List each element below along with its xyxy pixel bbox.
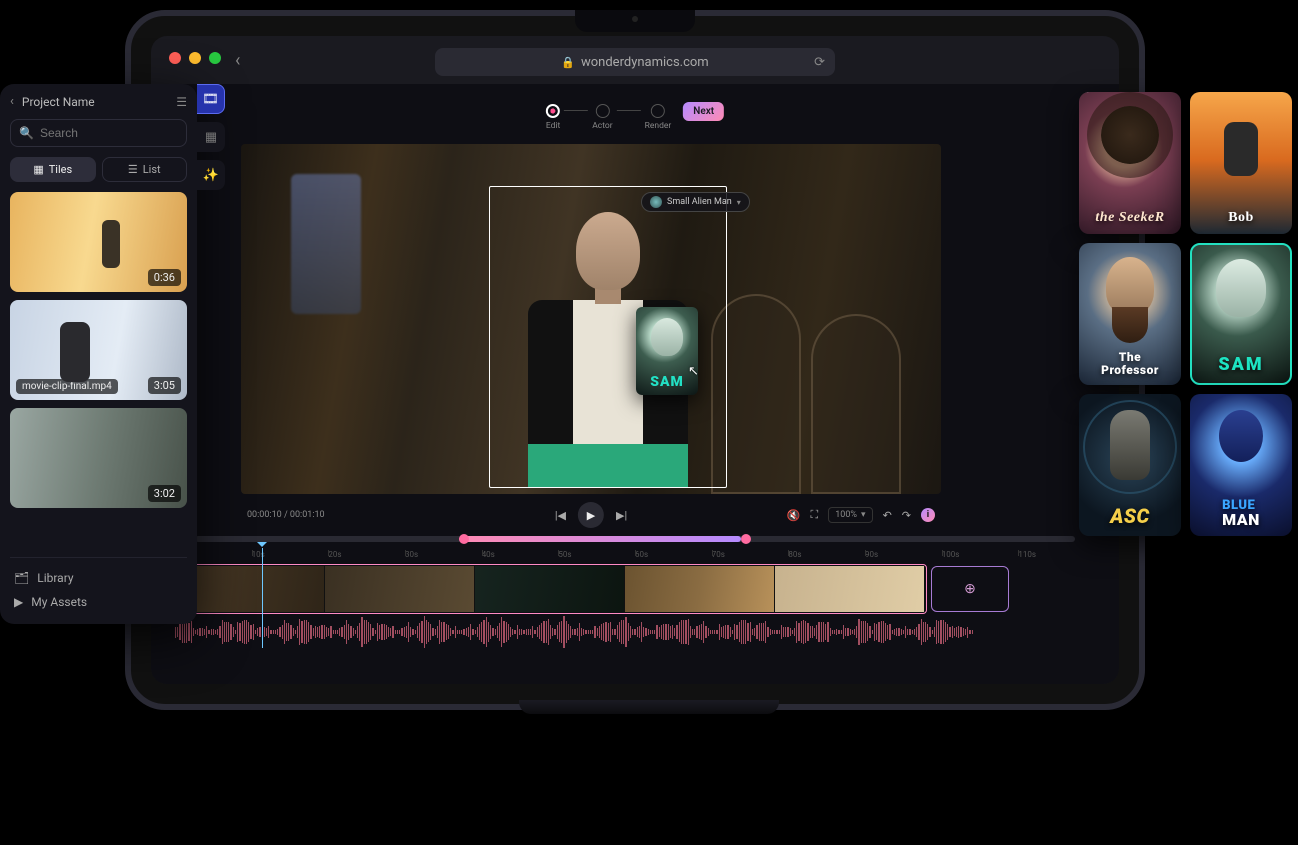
macbook-base [519,700,779,714]
next-button[interactable]: Next [683,102,724,121]
tiles-icon: ▦ [33,163,43,176]
next-frame-button[interactable]: ▶| [616,509,627,522]
project-panel: 🎞 ▦ ✨ ‹ Project Name ☰ 🔍 ▦ Tiles ☰ List … [0,84,197,624]
cursor-icon: ↖ [688,364,699,379]
chevron-down-icon: ▾ [861,510,866,520]
character-card-sam[interactable]: SAM [1190,243,1292,385]
menu-icon[interactable]: ☰ [176,95,187,109]
clip-filename: movie-clip-final.mp4 [16,379,118,394]
character-drop-card[interactable]: SAM [636,307,698,395]
range-slider[interactable] [195,536,1075,542]
time-display: 00:00:10 / 00:01:10 [247,510,325,520]
close-icon[interactable] [169,52,181,64]
panel-tab-media[interactable]: 🎞 [197,84,225,114]
browser-window: ‹ 🔒 wonderdynamics.com ⟳ 👤 👥 Edit Actor [151,36,1119,684]
clip-duration: 3:05 [148,377,181,394]
character-avatar-icon [650,196,662,208]
clip-duration: 0:36 [148,269,181,286]
back-icon[interactable]: ‹ [10,94,14,109]
character-card-bob[interactable]: Bob [1190,92,1292,234]
timeline-frame[interactable] [175,566,325,612]
search-icon: 🔍 [19,126,34,140]
character-chip-label: Small Alien Man [667,197,732,207]
panel-tab-layers[interactable]: ▦ [197,122,225,152]
clip-duration: 3:02 [148,485,181,502]
clip-thumbnails[interactable] [175,566,925,612]
clip-item[interactable]: 0:36 [10,192,187,292]
clip-item[interactable]: 3:02 [10,408,187,508]
app-root: 👤 👥 Edit Actor Render Next [151,84,1119,684]
playback-bar: 00:00:10 / 00:01:10 |◀ ▶ ▶| 🔇 ⛶ 100%▾ ↶ … [241,500,941,530]
timeline[interactable]: 0s10s20s30s40s50s60s70s80s90s100s110s ⊕ [175,536,1095,684]
time-ruler[interactable]: 0s10s20s30s40s50s60s70s80s90s100s110s [175,550,1095,564]
playhead[interactable] [262,548,263,648]
mute-icon[interactable]: 🔇 [787,509,801,522]
timeline-frame[interactable] [475,566,625,612]
view-tiles-button[interactable]: ▦ Tiles [10,157,96,182]
reload-icon[interactable]: ⟳ [814,55,825,70]
lock-icon: 🔒 [561,56,575,69]
character-card-professor[interactable]: TheProfessor [1079,243,1181,385]
character-card-blueman[interactable]: BLUEMAN [1190,394,1292,536]
step-render[interactable]: Render [645,104,672,131]
fullscreen-icon[interactable]: ⛶ [811,508,819,522]
project-name: Project Name [22,95,95,109]
minimize-icon[interactable] [189,52,201,64]
maximize-icon[interactable] [209,52,221,64]
chevron-down-icon: ▾ [737,198,741,207]
panel-tab-effects[interactable]: ✨ [197,160,225,190]
add-clip-button[interactable]: ⊕ [931,566,1009,612]
step-edit[interactable]: Edit [546,104,560,131]
my-assets-link[interactable]: ▶ My Assets [12,590,185,614]
notch [575,10,695,32]
video-preview[interactable]: Small Alien Man ▾ SAM ↖ [241,144,941,494]
timeline-frame[interactable] [325,566,475,612]
nav-back-button[interactable]: ‹ [235,50,240,71]
undo-button[interactable]: ↶ [883,509,892,522]
play-button[interactable]: ▶ [578,502,604,528]
audio-waveform [175,616,975,648]
macbook-frame: ‹ 🔒 wonderdynamics.com ⟳ 👤 👥 Edit Actor [125,10,1145,710]
redo-button[interactable]: ↷ [902,509,911,522]
zoom-select[interactable]: 100%▾ [828,507,872,523]
timeline-frame[interactable] [625,566,775,612]
view-list-button[interactable]: ☰ List [102,157,188,182]
assets-icon: ▶ [14,595,23,609]
workflow-stepper: Edit Actor Render Next [546,102,724,133]
list-icon: ☰ [128,163,138,176]
search-input[interactable]: 🔍 [10,119,187,147]
library-icon: 🗂 [14,571,29,585]
character-gallery: the SeekeR Bob TheProfessor SAM ASC BLUE… [1079,92,1292,536]
character-chip[interactable]: Small Alien Man ▾ [641,192,750,212]
character-card-asc[interactable]: ASC [1079,394,1181,536]
url-host: wonderdynamics.com [581,55,709,70]
library-link[interactable]: 🗂 Library [12,566,185,590]
info-icon[interactable]: i [921,508,935,522]
timeline-frame[interactable] [775,566,925,612]
search-field[interactable] [40,126,178,140]
window-controls[interactable] [169,52,221,64]
character-card-seeker[interactable]: the SeekeR [1079,92,1181,234]
address-bar[interactable]: 🔒 wonderdynamics.com ⟳ [435,48,835,76]
prev-frame-button[interactable]: |◀ [555,509,566,522]
clip-item[interactable]: movie-clip-final.mp4 3:05 [10,300,187,400]
step-actor[interactable]: Actor [592,104,612,131]
